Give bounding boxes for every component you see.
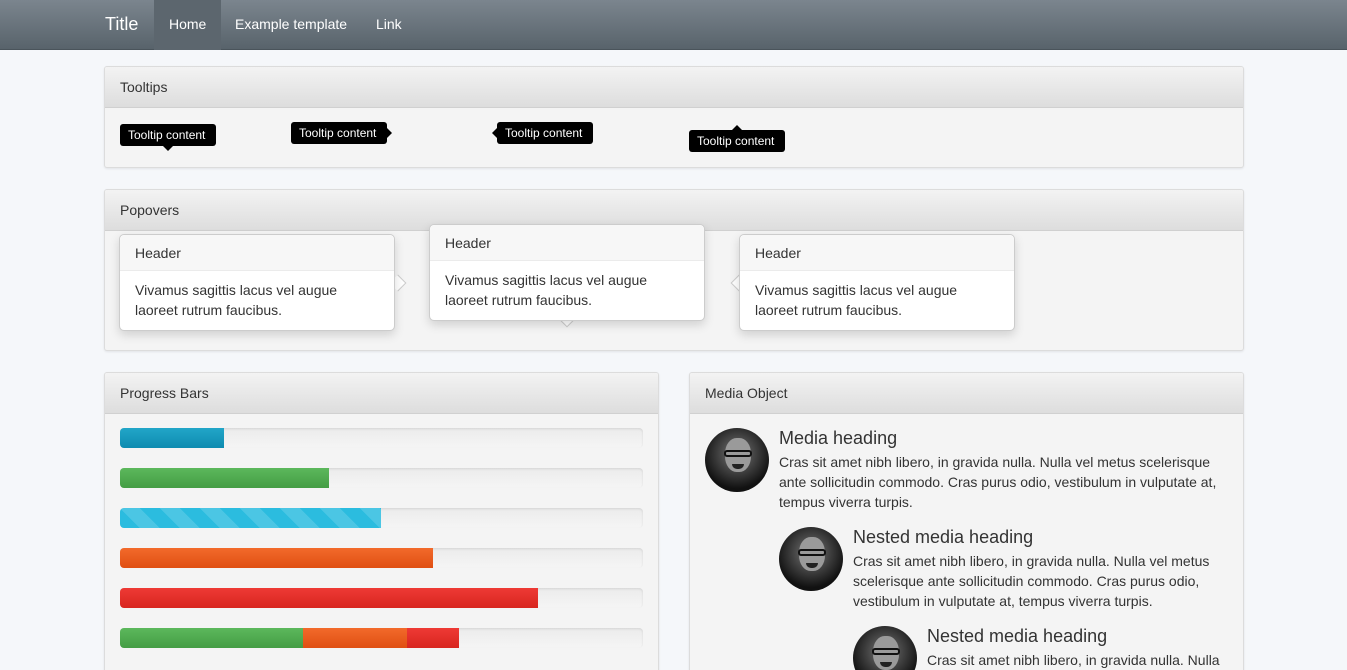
progress-bar-fill (303, 628, 407, 648)
nav-link-home[interactable]: Home (154, 0, 222, 50)
popover-right: Header Vivamus sagittis lacus vel augue … (739, 234, 1015, 331)
media-body-text: Cras sit amet nibh libero, in gravida nu… (927, 652, 1220, 668)
media-heading: Nested media heading (927, 626, 1108, 646)
progress-bar (120, 428, 643, 448)
media-body-text: Cras sit amet nibh libero, in gravida nu… (853, 553, 1210, 609)
progress-bar (120, 548, 643, 568)
progress-panel: Progress Bars (104, 372, 659, 670)
progress-bar-stacked (120, 628, 643, 648)
progress-bar (120, 508, 643, 528)
media-heading: Media heading (779, 428, 898, 448)
popover-header: Header (740, 235, 1014, 271)
media-heading: Nested media heading (853, 527, 1034, 547)
popover-content: Vivamus sagittis lacus vel augue laoreet… (445, 272, 648, 308)
tooltip-arrow (163, 146, 173, 151)
progress-bar-fill (407, 628, 459, 648)
tooltip-top: Tooltip content (120, 124, 216, 146)
panel-title: Progress Bars (105, 373, 658, 414)
progress-bar-fill (120, 588, 538, 608)
nav-link-link[interactable]: Link (361, 0, 417, 50)
navbar-brand[interactable]: Title (105, 0, 138, 50)
popover-header: Header (120, 235, 394, 271)
tooltip-right: Tooltip content (291, 122, 387, 144)
progress-bar-fill (120, 548, 433, 568)
popover-left: Header Vivamus sagittis lacus vel augue … (119, 234, 395, 331)
avatar (705, 428, 769, 492)
popover-top: Header Vivamus sagittis lacus vel augue … (429, 224, 705, 321)
progress-bar-fill (120, 428, 224, 448)
progress-bar-fill (120, 468, 329, 488)
panel-title: Tooltips (105, 67, 1243, 108)
progress-bar-fill (120, 628, 303, 648)
popover-content: Vivamus sagittis lacus vel augue laoreet… (755, 282, 958, 318)
tooltip-arrow (387, 128, 392, 138)
avatar (779, 527, 843, 591)
navbar: Title Home Example template Link (0, 0, 1347, 50)
panel-title: Media Object (690, 373, 1243, 414)
media-body-text: Cras sit amet nibh libero, in gravida nu… (779, 454, 1217, 510)
tooltips-panel: Tooltips (104, 66, 1244, 168)
popover-header: Header (430, 225, 704, 261)
progress-bar (120, 468, 643, 488)
popover-content: Vivamus sagittis lacus vel augue laoreet… (135, 282, 338, 318)
tooltip-bottom: Tooltip content (689, 130, 785, 152)
progress-bar (120, 588, 643, 608)
tooltip-left: Tooltip content (497, 122, 593, 144)
nav-link-example-template[interactable]: Example template (220, 0, 362, 50)
progress-bar-fill (120, 508, 381, 528)
